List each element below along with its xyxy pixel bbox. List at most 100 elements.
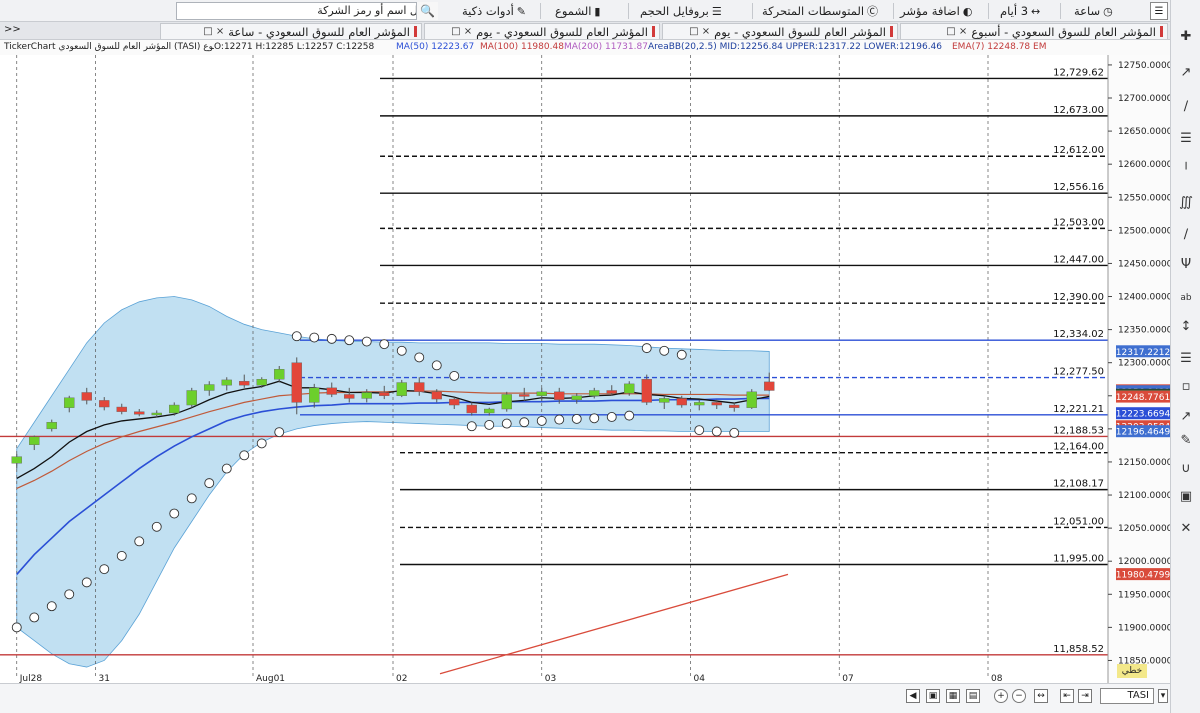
symbol-field[interactable]: TASI	[1100, 688, 1154, 704]
tab-label: المؤشر العام للسوق السعودي - يوم	[714, 24, 886, 39]
dropdown-icon[interactable]: ▾	[1158, 689, 1168, 703]
zoom-in-icon[interactable]: +	[994, 689, 1008, 703]
indicator-info-line: TickerChart المؤشر العام للسوق السعودي (…	[0, 41, 1170, 55]
ma50-readout: MA(50) 12223.67	[396, 42, 475, 52]
candle-body	[676, 398, 687, 406]
close-icon[interactable]: □ ×	[203, 26, 224, 37]
tab-daily-2[interactable]: المؤشر العام للسوق السعودي - يوم □ ×	[662, 23, 898, 39]
company-search-input[interactable]: ادخل اسم أو رمز الشركة	[176, 2, 438, 20]
scroll-end-icon[interactable]: ⇥	[1078, 689, 1092, 703]
price-tick-label: 12000.0000	[1118, 557, 1170, 567]
price-tick-label: 12450.0000	[1118, 259, 1170, 269]
arrow-icon[interactable]: ↗	[1177, 408, 1195, 424]
close-icon[interactable]: □ ×	[689, 26, 710, 37]
bars-icon[interactable]: ☰	[1177, 350, 1195, 366]
tab-hourly[interactable]: المؤشر العام للسوق السعودي - ساعة □ ×	[160, 23, 422, 39]
price-level-label: 12,334.02	[1053, 329, 1104, 340]
grid-icon[interactable]: ▦	[946, 689, 960, 703]
price-chart[interactable]: Jul2831Aug010203040708091012,729.6212,67…	[0, 55, 1170, 683]
interval-button[interactable]: ◷ ساعة	[1074, 3, 1113, 19]
sar-dot	[344, 335, 355, 346]
scroll-start-icon[interactable]: ⇤	[1060, 689, 1074, 703]
close-icon[interactable]: □ ×	[451, 26, 472, 37]
candles-button[interactable]: ▮ الشموع	[555, 3, 600, 19]
zoom-out-icon[interactable]: −	[1012, 689, 1026, 703]
menu-icon[interactable]: ☰	[1150, 2, 1168, 20]
candle-body	[169, 404, 180, 414]
candle-body	[589, 390, 600, 396]
close-icon[interactable]: □ ×	[946, 26, 967, 37]
price-level-label: 12,221.21	[1053, 404, 1104, 415]
clock-icon: ◷	[1103, 4, 1113, 18]
x-tick-label: 03	[545, 674, 556, 683]
fibonacci-icon[interactable]: ∭	[1177, 194, 1195, 210]
screenshot-icon[interactable]: ▣	[926, 689, 940, 703]
add-indicator-label: اضافة مؤشر	[900, 4, 960, 18]
price-badge-label: 12196.4649	[1116, 428, 1170, 438]
layout-icon[interactable]: ▤	[966, 689, 980, 703]
sar-dot	[134, 536, 145, 547]
chevrons-icon[interactable]: >>	[4, 24, 21, 35]
ma-icon: Ⓒ	[867, 5, 879, 18]
divider	[540, 3, 541, 19]
sar-dot	[431, 360, 442, 371]
range-button[interactable]: ↔ 3 أيام	[1000, 3, 1040, 19]
ruler-icon[interactable]: ↕	[1177, 318, 1195, 334]
sar-dot	[641, 343, 652, 354]
sar-dot	[99, 564, 110, 575]
candle-body	[186, 390, 197, 406]
lock-icon[interactable]: ▣	[1177, 488, 1195, 504]
trash-icon[interactable]: ✕	[1177, 520, 1195, 536]
tab-daily-1[interactable]: المؤشر العام للسوق السعودي - يوم □ ×	[424, 23, 660, 39]
candle-body	[99, 400, 110, 408]
trend-line-icon[interactable]: ∕	[1177, 98, 1195, 114]
x-tick-label: 04	[694, 674, 706, 683]
channel-icon[interactable]: ∕	[1177, 226, 1195, 242]
scroll-left-icon[interactable]: ◀	[906, 689, 920, 703]
sar-dot	[239, 450, 250, 461]
price-tick-label: 12300.0000	[1118, 359, 1170, 369]
tab-label: المؤشر العام للسوق السعودي - أسبوع	[971, 24, 1156, 39]
sar-dot	[589, 413, 600, 424]
add-indicator-button[interactable]: ◐ اضافة مؤشر	[900, 3, 972, 19]
divider	[752, 3, 753, 19]
sar-dot	[204, 478, 215, 489]
sar-dot	[326, 333, 337, 344]
candle-body	[134, 411, 145, 415]
candle-body	[256, 379, 267, 386]
measure-icon[interactable]: ▫	[1177, 378, 1195, 394]
horizontal-line-icon[interactable]: ╵	[1177, 162, 1195, 178]
price-badge-label: 12317.2212	[1116, 348, 1170, 358]
candles-icon: ▮	[594, 4, 601, 18]
list-icon[interactable]: ☰	[1177, 130, 1195, 146]
cursor-icon[interactable]: ✚	[1177, 28, 1195, 44]
volume-profile-button[interactable]: ☰ بروفايل الحجم	[640, 3, 722, 19]
price-tick-label: 12100.0000	[1118, 491, 1170, 501]
sar-dot	[396, 345, 407, 356]
search-icon[interactable]: 🔍	[416, 2, 438, 20]
candle-body	[29, 436, 40, 445]
smart-tools-label: أدوات ذكية	[462, 4, 514, 18]
sar-dot	[624, 410, 635, 421]
price-level-label: 12,612.00	[1053, 145, 1104, 156]
magnet-icon[interactable]: ∪	[1177, 460, 1195, 476]
candle-body	[396, 382, 407, 396]
candle-body	[326, 387, 337, 395]
price-level-label: 12,164.00	[1053, 442, 1104, 453]
moving-averages-button[interactable]: Ⓒ المتوسطات المتحركة	[762, 3, 878, 19]
tab-marker	[890, 26, 893, 37]
tab-weekly[interactable]: المؤشر العام للسوق السعودي - أسبوع □ ×	[900, 23, 1168, 39]
crosshair-icon[interactable]: ↗	[1177, 64, 1195, 80]
linear-scale-badge[interactable]: خطي	[1117, 664, 1147, 678]
price-tick-label: 12650.0000	[1118, 127, 1170, 137]
fit-icon[interactable]: ↔	[1034, 689, 1048, 703]
pitchfork-icon[interactable]: Ψ	[1177, 256, 1195, 272]
candle-body	[151, 412, 162, 416]
x-tick-label: 07	[842, 674, 853, 683]
pencil-icon[interactable]: ✎	[1177, 432, 1195, 448]
smart-tools-button[interactable]: ✎ أدوات ذكية	[462, 3, 526, 19]
sar-dot	[116, 550, 127, 561]
price-badge-label: 12223.6694	[1116, 410, 1170, 420]
sar-dot	[274, 427, 285, 438]
text-tool-icon[interactable]: ab	[1177, 290, 1195, 306]
